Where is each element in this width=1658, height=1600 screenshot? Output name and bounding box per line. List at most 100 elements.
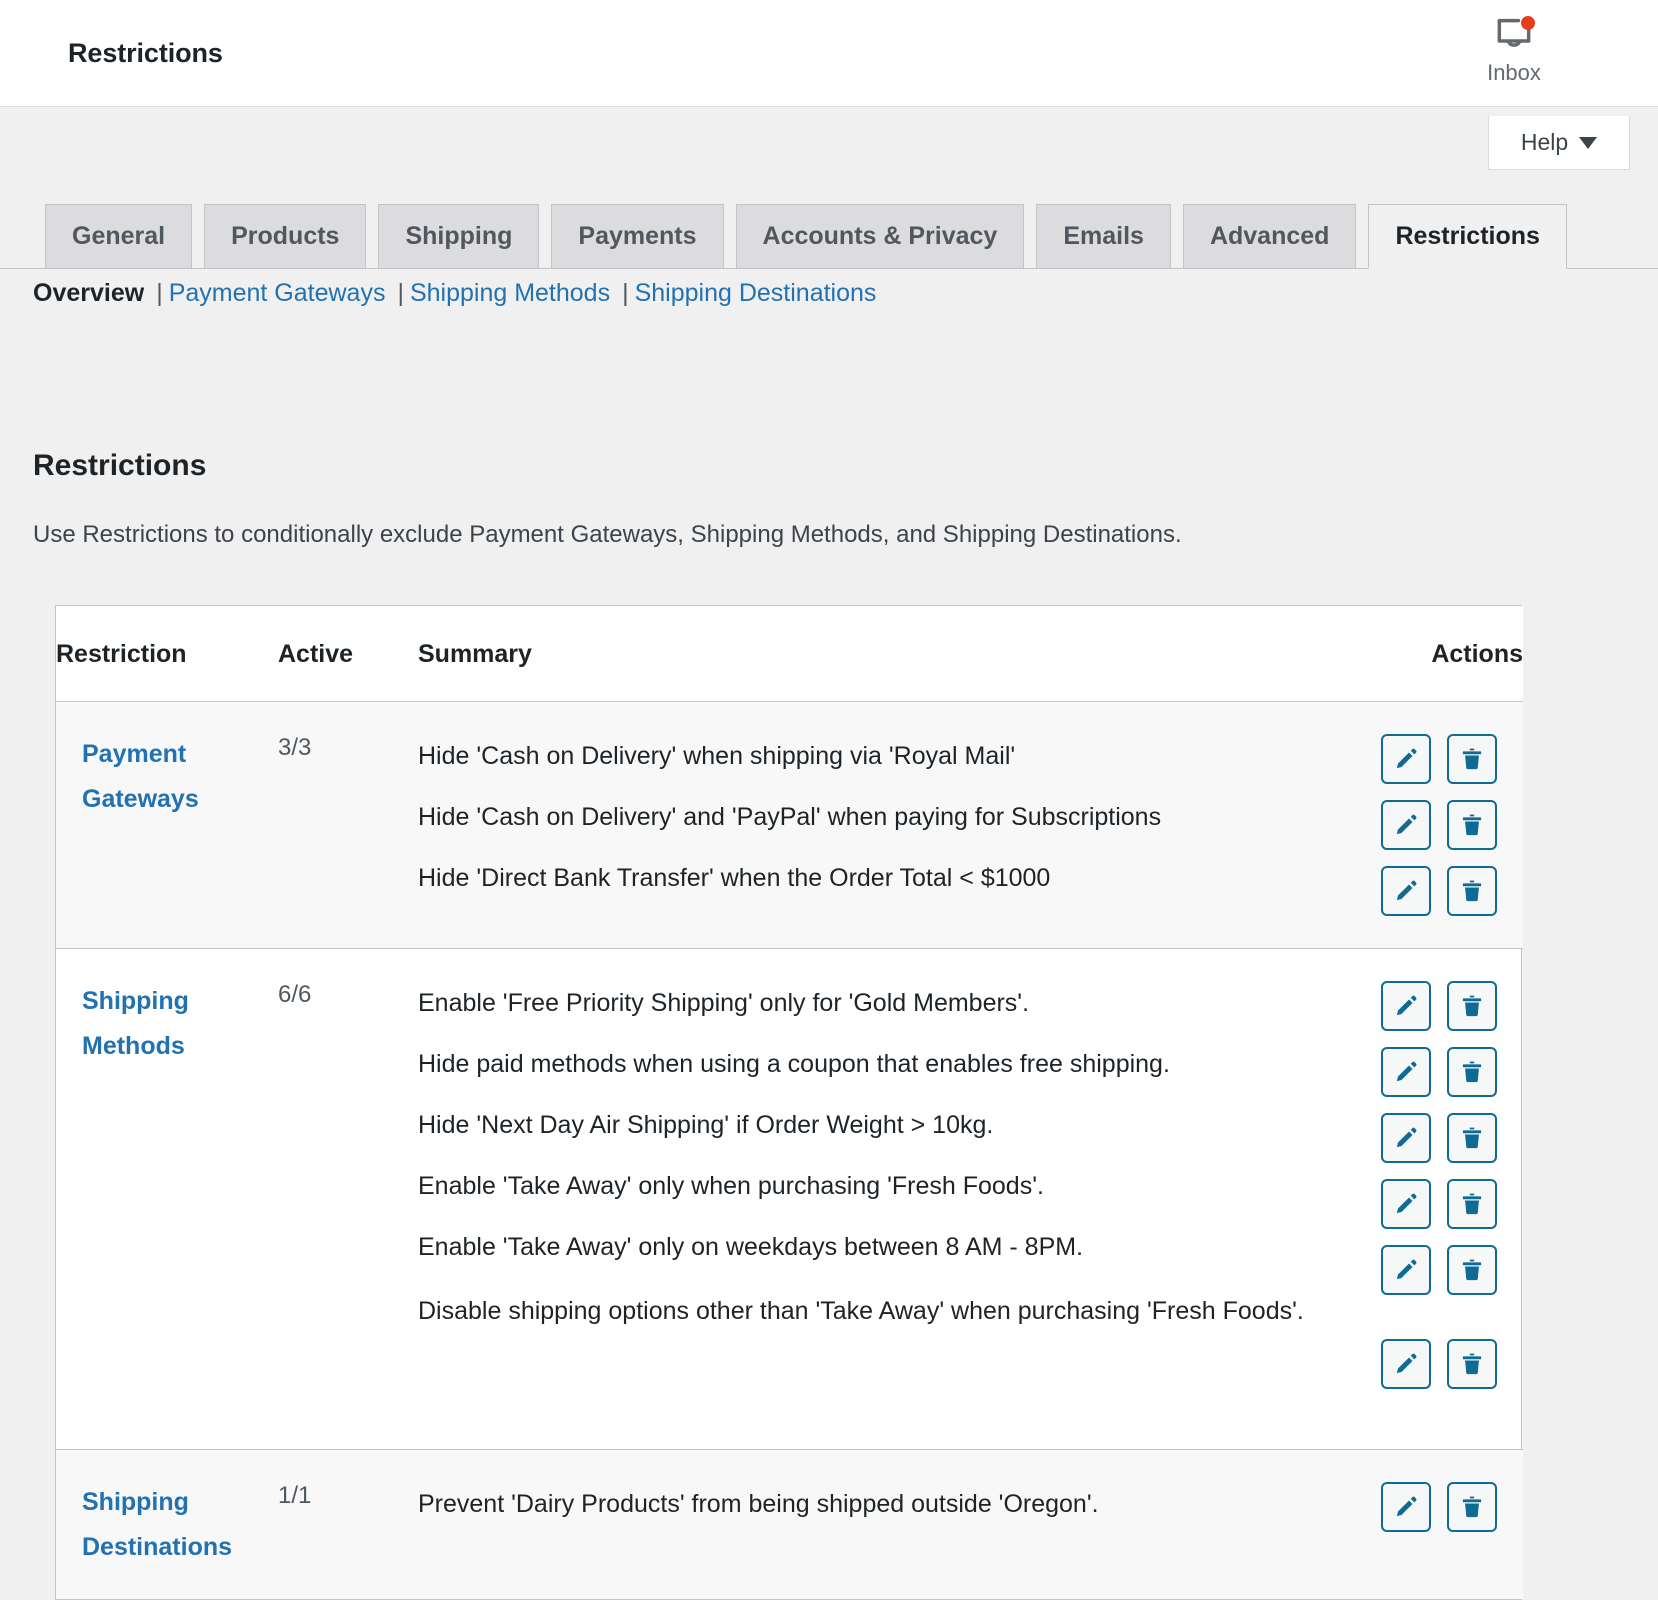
trash-icon [1459, 746, 1485, 772]
tab-advanced[interactable]: Advanced [1183, 204, 1356, 268]
subnav-separator-1: | [156, 279, 163, 308]
subnav-item-payment-gateways[interactable]: Payment Gateways [169, 279, 386, 308]
delete-restriction-button[interactable] [1447, 1482, 1497, 1532]
delete-restriction-button[interactable] [1447, 1339, 1497, 1389]
restrictions-table: Restriction Active Summary Actions Payme… [56, 606, 1523, 1599]
inbox-label: Inbox [1468, 60, 1560, 86]
column-header-actions: Actions [1338, 606, 1523, 702]
delete-restriction-button[interactable] [1447, 800, 1497, 850]
restriction-link-shipping-methods[interactable]: Shipping Methods [82, 979, 268, 1068]
inbox-tray-icon [1492, 14, 1536, 58]
summary-cell: Enable 'Free Priority Shipping' only for… [418, 949, 1338, 1450]
action-button-group [1338, 1039, 1497, 1105]
tab-accounts-privacy[interactable]: Accounts & Privacy [736, 204, 1025, 268]
pencil-icon [1393, 993, 1419, 1019]
subnav-item-shipping-destinations[interactable]: Shipping Destinations [635, 279, 877, 308]
page-body: Help General Products Shipping Payments … [0, 107, 1658, 1562]
subnav-separator-3: | [622, 279, 629, 308]
summary-line: Enable 'Free Priority Shipping' only for… [418, 973, 1326, 1034]
action-button-group [1338, 858, 1497, 924]
actions-cell [1338, 1450, 1523, 1600]
delete-restriction-button[interactable] [1447, 981, 1497, 1031]
edit-restriction-button[interactable] [1381, 734, 1431, 784]
edit-restriction-button[interactable] [1381, 1113, 1431, 1163]
edit-restriction-button[interactable] [1381, 1179, 1431, 1229]
page-title: Restrictions [68, 38, 223, 69]
table-header-row: Restriction Active Summary Actions [56, 606, 1523, 702]
restriction-link-shipping-destinations[interactable]: Shipping Destinations [82, 1480, 268, 1569]
action-button-group [1338, 973, 1497, 1039]
delete-restriction-button[interactable] [1447, 1179, 1497, 1229]
restriction-name-cell: Payment Gateways [56, 702, 278, 949]
action-button-group [1338, 792, 1497, 858]
subnav-separator-2: | [397, 279, 404, 308]
pencil-icon [1393, 878, 1419, 904]
summary-line: Disable shipping options other than 'Tak… [418, 1278, 1326, 1400]
table-row: Payment Gateways 3/3 Hide 'Cash on Deliv… [56, 702, 1523, 949]
settings-tab-bar: General Products Shipping Payments Accou… [0, 185, 1658, 269]
trash-icon [1459, 878, 1485, 904]
summary-line: Enable 'Take Away' only when purchasing … [418, 1156, 1326, 1217]
summary-line: Hide 'Direct Bank Transfer' when the Ord… [418, 848, 1326, 909]
edit-restriction-button[interactable] [1381, 1482, 1431, 1532]
summary-cell: Prevent 'Dairy Products' from being ship… [418, 1450, 1338, 1600]
edit-restriction-button[interactable] [1381, 800, 1431, 850]
pencil-icon [1393, 1257, 1419, 1283]
summary-line: Enable 'Take Away' only on weekdays betw… [418, 1217, 1326, 1278]
pencil-icon [1393, 1059, 1419, 1085]
table-head: Restriction Active Summary Actions [56, 606, 1523, 702]
action-button-group [1338, 1105, 1497, 1171]
pencil-icon [1393, 1351, 1419, 1377]
column-header-summary: Summary [418, 606, 1338, 702]
app-header: Restrictions Inbox [0, 0, 1658, 107]
section-description: Use Restrictions to conditionally exclud… [33, 521, 1182, 549]
inbox-unread-dot [1521, 16, 1535, 30]
column-header-restriction: Restriction [56, 606, 278, 702]
tab-general[interactable]: General [45, 204, 192, 268]
delete-restriction-button[interactable] [1447, 1245, 1497, 1295]
help-dropdown-button[interactable]: Help [1488, 116, 1630, 170]
delete-restriction-button[interactable] [1447, 866, 1497, 916]
tab-payments[interactable]: Payments [551, 204, 723, 268]
restriction-name-cell: Shipping Methods [56, 949, 278, 1450]
pencil-icon [1393, 1191, 1419, 1217]
edit-restriction-button[interactable] [1381, 1047, 1431, 1097]
tab-emails[interactable]: Emails [1036, 204, 1171, 268]
tab-products[interactable]: Products [204, 204, 366, 268]
chevron-down-icon [1579, 137, 1597, 149]
pencil-icon [1393, 746, 1419, 772]
edit-restriction-button[interactable] [1381, 1339, 1431, 1389]
tab-restrictions[interactable]: Restrictions [1368, 204, 1566, 269]
pencil-icon [1393, 1125, 1419, 1151]
trash-icon [1459, 812, 1485, 838]
subnav-item-shipping-methods[interactable]: Shipping Methods [410, 279, 610, 308]
delete-restriction-button[interactable] [1447, 734, 1497, 784]
summary-cell: Hide 'Cash on Delivery' when shipping vi… [418, 702, 1338, 949]
summary-line: Hide 'Cash on Delivery' and 'PayPal' whe… [418, 787, 1326, 848]
action-button-group [1338, 1474, 1497, 1540]
trash-icon [1459, 1059, 1485, 1085]
edit-restriction-button[interactable] [1381, 866, 1431, 916]
restriction-link-payment-gateways[interactable]: Payment Gateways [82, 732, 268, 821]
trash-icon [1459, 993, 1485, 1019]
edit-restriction-button[interactable] [1381, 981, 1431, 1031]
delete-restriction-button[interactable] [1447, 1113, 1497, 1163]
action-button-group [1338, 1303, 1497, 1425]
pencil-icon [1393, 812, 1419, 838]
delete-restriction-button[interactable] [1447, 1047, 1497, 1097]
edit-restriction-button[interactable] [1381, 1245, 1431, 1295]
action-button-group [1338, 1237, 1497, 1303]
inbox-button[interactable]: Inbox [1468, 14, 1560, 86]
tab-shipping[interactable]: Shipping [378, 204, 539, 268]
actions-cell [1338, 702, 1523, 949]
table-row: Shipping Methods 6/6 Enable 'Free Priori… [56, 949, 1523, 1450]
trash-icon [1459, 1125, 1485, 1151]
trash-icon [1459, 1191, 1485, 1217]
table-body: Payment Gateways 3/3 Hide 'Cash on Deliv… [56, 702, 1523, 1600]
actions-cell [1338, 949, 1523, 1450]
help-label: Help [1521, 129, 1568, 156]
summary-line: Hide paid methods when using a coupon th… [418, 1034, 1326, 1095]
summary-line: Hide 'Next Day Air Shipping' if Order We… [418, 1095, 1326, 1156]
subnav-item-overview[interactable]: Overview [33, 279, 144, 308]
column-header-active: Active [278, 606, 418, 702]
